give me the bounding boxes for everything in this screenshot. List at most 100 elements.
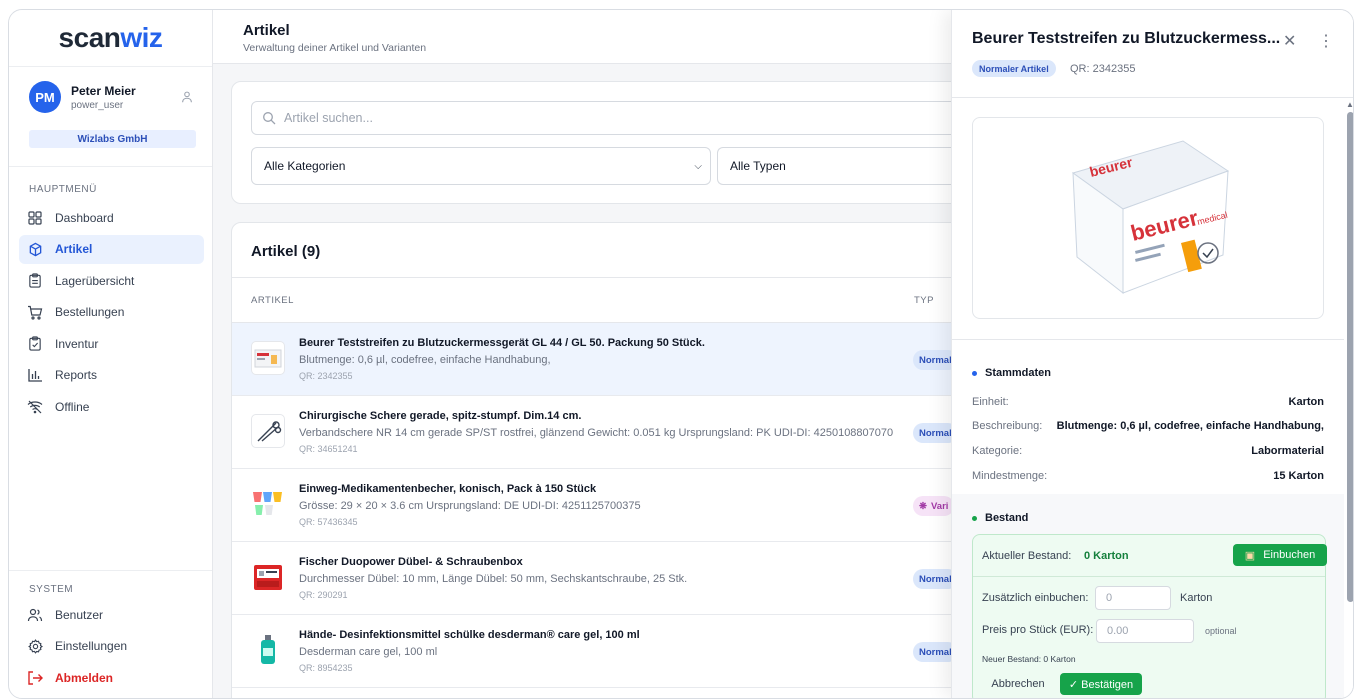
- cancel-button[interactable]: Abbrechen: [982, 673, 1054, 695]
- sidebar-item-benutzer[interactable]: Benutzer: [19, 600, 204, 629]
- table-row[interactable]: Fischer Duopower Dübel- & Schraubenbox D…: [232, 542, 990, 615]
- scrollbar[interactable]: ▲: [1344, 98, 1353, 698]
- scrollbar-thumb[interactable]: [1347, 112, 1353, 602]
- row-title: Einweg-Medikamentenbecher, konisch, Pack…: [299, 483, 597, 495]
- close-icon[interactable]: ✕: [1283, 31, 1296, 51]
- sidebar-item-abmelden[interactable]: Abmelden: [19, 663, 204, 692]
- field-einheit: Einheit: Karton: [972, 396, 1324, 408]
- field-key: Kategorie:: [972, 445, 1023, 457]
- bestand-section: Bestand Aktueller Bestand: 0 Karton ▣ Ei…: [952, 494, 1344, 698]
- sidebar-item-label: Offline: [55, 399, 90, 414]
- sidebar-item-label: Inventur: [55, 336, 99, 351]
- filter-card: Artikel suchen... Alle Kategorien ⌵ Alle…: [231, 81, 992, 204]
- user-role: power_user: [71, 99, 124, 111]
- sidebar-item-label: Lagerübersicht: [55, 273, 135, 288]
- stammdaten-label: Stammdaten: [985, 367, 1052, 379]
- product-thumbnail: [251, 560, 285, 594]
- sidebar-item-artikel[interactable]: Artikel: [19, 234, 204, 264]
- sidebar-item-label: Dashboard: [55, 210, 114, 225]
- row-description: Verbandschere NR 14 cm gerade SP/ST rost…: [299, 427, 894, 439]
- user-profile-icon[interactable]: [180, 90, 194, 104]
- row-description: Desderman care gel, 100 ml: [299, 646, 438, 658]
- article-type-badge: Normaler Artikel: [972, 60, 1056, 77]
- clipboard-icon: [27, 273, 43, 289]
- detail-header: Beurer Teststreifen zu Blutzuckermess...…: [952, 10, 1353, 98]
- field-value: Blutmenge: 0,6 µl, codefree, einfache Ha…: [1056, 420, 1324, 432]
- sidebar-item-lageruebersicht[interactable]: Lagerübersicht: [19, 266, 204, 295]
- table-row[interactable]: Beurer Teststreifen zu Blutzuckermessger…: [232, 323, 990, 396]
- product-image: beurer beurer medical: [972, 117, 1324, 319]
- price-input[interactable]: 0.00: [1096, 619, 1194, 643]
- add-stock-label: Zusätzlich einbuchen:: [982, 592, 1089, 604]
- user-card: PM Peter Meier power_user Wizlabs GmbH: [9, 67, 212, 167]
- current-stock-label: Aktueller Bestand:: [982, 550, 1072, 562]
- chevron-down-icon: ⌵: [694, 160, 702, 172]
- detail-body: beurer beurer medical Stammdaten Einheit…: [952, 98, 1344, 698]
- stock-form: Aktueller Bestand: 0 Karton ▣ Einbuchen …: [972, 534, 1327, 698]
- type-badge-label: Vari: [930, 500, 949, 512]
- type-badge: ❋ Vari: [913, 496, 955, 516]
- avatar[interactable]: PM: [29, 81, 61, 113]
- green-dot-icon: [972, 515, 977, 521]
- sidebar-item-offline[interactable]: Offline: [19, 392, 204, 421]
- sidebar-item-bestellungen[interactable]: Bestellungen: [19, 298, 204, 327]
- field-key: Einheit:: [972, 396, 1009, 408]
- sidebar-item-label: Reports: [55, 368, 98, 382]
- type-select-value: Alle Typen: [730, 159, 786, 173]
- search-input[interactable]: Artikel suchen...: [251, 101, 971, 135]
- field-mindestmenge: Mindestmenge: 15 Karton: [972, 470, 1324, 482]
- sidebar-item-dashboard[interactable]: Dashboard: [19, 203, 204, 232]
- bestand-label: Bestand: [985, 512, 1029, 524]
- field-value: 15 Karton: [1273, 470, 1324, 482]
- system-label: SYSTEM: [29, 584, 74, 595]
- row-title: Chirurgische Schere gerade, spitz-stumpf…: [299, 410, 582, 422]
- field-beschreibung: Beschreibung: Blutmenge: 0,6 µl, codefree…: [972, 420, 1324, 432]
- product-thumbnail: [251, 487, 285, 521]
- add-stock-input[interactable]: 0: [1095, 586, 1171, 610]
- category-select-value: Alle Kategorien: [264, 159, 346, 173]
- row-title: Fischer Duopower Dübel- & Schraubenbox: [299, 556, 523, 568]
- confirm-button[interactable]: ✓ Bestätigen: [1060, 673, 1142, 695]
- table-header: ARTIKEL TYP: [232, 278, 990, 323]
- more-options-icon[interactable]: ⋮: [1318, 31, 1334, 51]
- gear-icon: [27, 638, 43, 654]
- user-name: Peter Meier: [71, 83, 136, 98]
- users-icon: [27, 607, 43, 623]
- row-qr: QR: 34651241: [299, 444, 358, 454]
- sidebar-item-einstellungen[interactable]: Einstellungen: [19, 632, 204, 661]
- scroll-up-icon[interactable]: ▲: [1346, 100, 1353, 109]
- sidebar: scan wiz PM Peter Meier power_user Wizlab…: [9, 10, 213, 698]
- row-qr: QR: 2342355: [299, 371, 353, 381]
- logo: scan wiz: [9, 10, 212, 67]
- price-hint: optional: [1205, 626, 1237, 636]
- app-window: scan wiz PM Peter Meier power_user Wizlab…: [8, 9, 1354, 699]
- category-select[interactable]: Alle Kategorien ⌵: [251, 147, 711, 185]
- product-thumbnail: [251, 414, 285, 448]
- search-placeholder: Artikel suchen...: [284, 111, 373, 125]
- field-kategorie: Kategorie: Labormaterial: [972, 445, 1324, 457]
- sidebar-item-inventur[interactable]: Inventur: [19, 329, 204, 358]
- sidebar-item-label: Einstellungen: [55, 639, 128, 653]
- logo-text-b: wiz: [120, 22, 163, 53]
- sidebar-item-label: Abmelden: [55, 670, 114, 685]
- detail-panel: Beurer Teststreifen zu Blutzuckermess...…: [951, 10, 1353, 698]
- product-thumbnail: [251, 341, 285, 375]
- table-row[interactable]: Hände- Desinfektionsmittel schülke desde…: [232, 615, 990, 688]
- row-description: Durchmesser Dübel: 10 mm, Länge Dübel: 5…: [299, 573, 688, 585]
- dashboard-icon: [27, 210, 43, 226]
- sidebar-item-label: Bestellungen: [55, 305, 125, 319]
- table-row[interactable]: Einweg-Medikamentenbecher, konisch, Pack…: [232, 469, 990, 542]
- sidebar-item-reports[interactable]: Reports: [19, 361, 204, 390]
- logo-text-a: scan: [58, 22, 121, 53]
- row-description: Blutmenge: 0,6 µl, codefree, einfache Ha…: [299, 354, 551, 366]
- einbuchen-button[interactable]: ▣ Einbuchen: [1233, 544, 1327, 566]
- column-header-article: ARTIKEL: [251, 294, 294, 306]
- section-divider: [952, 339, 1344, 340]
- row-qr: QR: 290291: [299, 590, 348, 600]
- package-icon: ▣: [1244, 549, 1256, 562]
- table-row[interactable]: Chirurgische Schere gerade, spitz-stumpf…: [232, 396, 990, 469]
- sidebar-divider: [9, 570, 212, 571]
- row-qr: QR: 8954235: [299, 663, 353, 673]
- box-icon: [27, 241, 43, 257]
- article-list-card: Artikel (9) ARTIKEL TYP Beurer Teststrei…: [231, 222, 991, 698]
